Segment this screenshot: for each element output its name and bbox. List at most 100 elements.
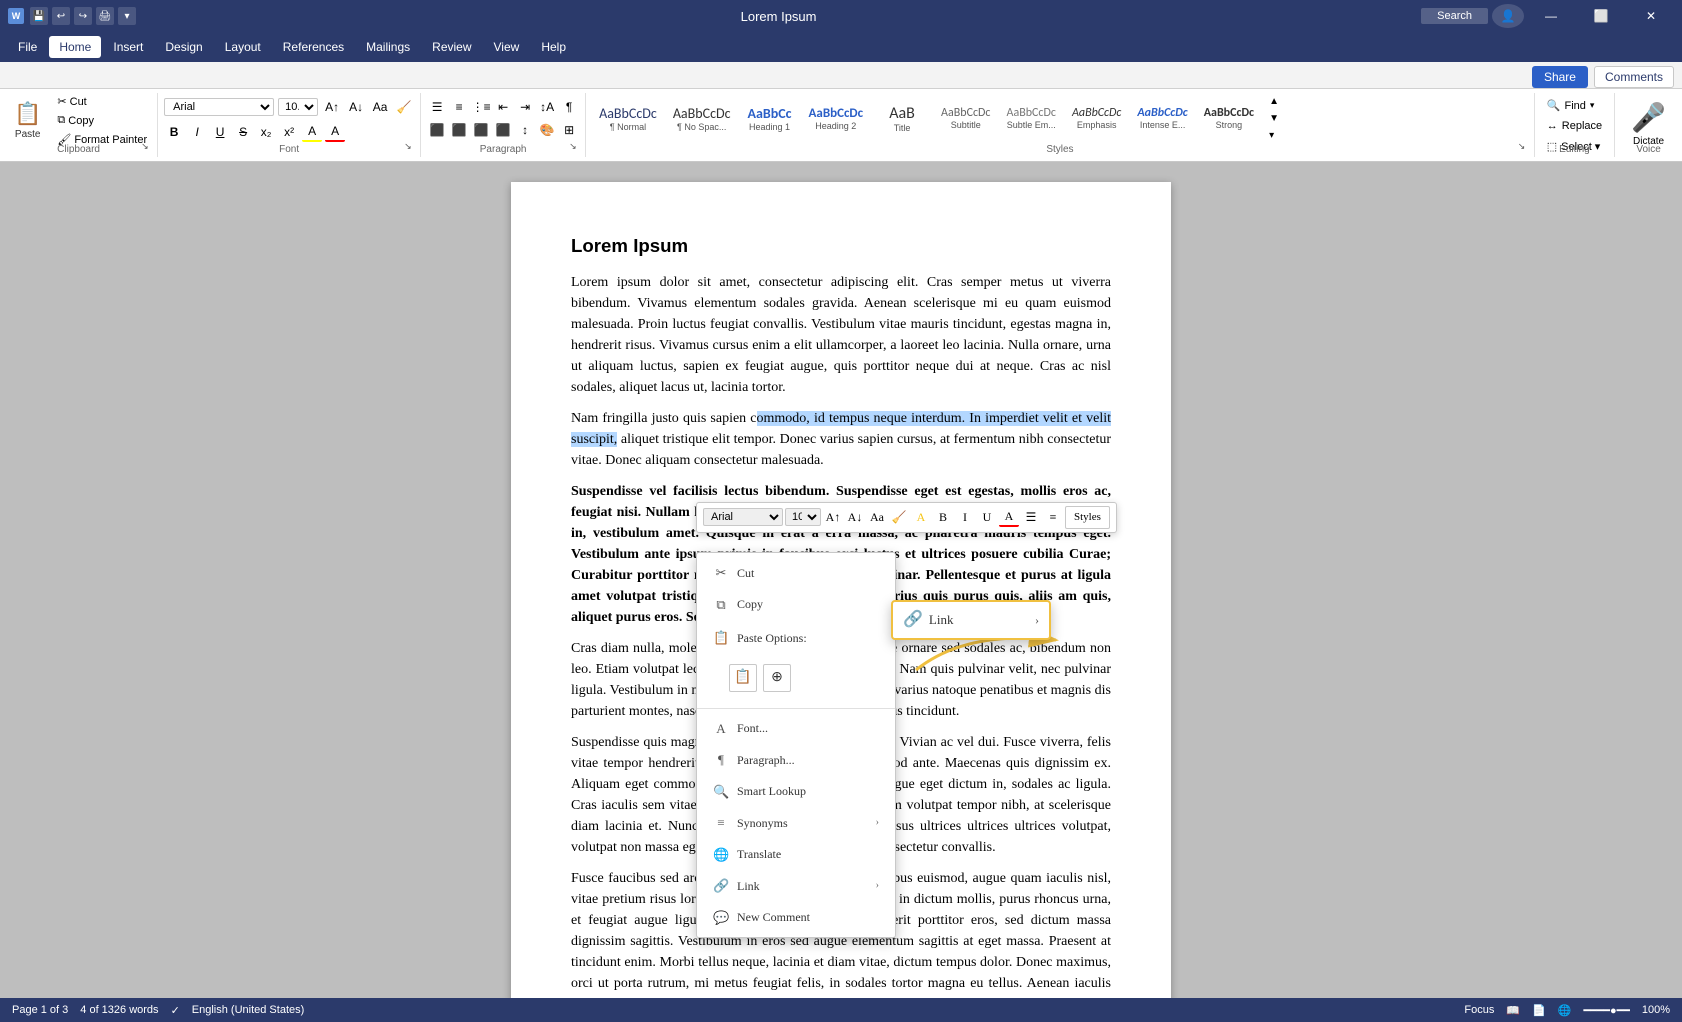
style-title[interactable]: AaB Title (872, 101, 932, 136)
ctx-synonyms[interactable]: ≡ Synonyms › (697, 807, 895, 839)
style-emphasis[interactable]: AaBbCcDc Emphasis (1065, 103, 1128, 133)
mini-numbered-btn[interactable]: ≡ (1043, 507, 1063, 527)
mini-underline-btn[interactable]: U (977, 507, 997, 527)
borders-button[interactable]: ⊞ (559, 120, 579, 140)
styles-down[interactable]: ▼ (1267, 111, 1281, 126)
subscript-button[interactable]: x₂ (256, 122, 276, 142)
dictate-button[interactable]: 🎤 Dictate (1621, 97, 1676, 151)
cut-button[interactable]: ✂ Cut (53, 93, 151, 110)
font-size-decrease[interactable]: A↓ (346, 97, 366, 117)
bold-button[interactable]: B (164, 122, 184, 142)
menu-references[interactable]: References (273, 36, 354, 58)
minimize-button[interactable]: — (1528, 0, 1574, 32)
mini-styles-btn[interactable]: Styles (1065, 506, 1110, 529)
ctx-translate[interactable]: 🌐 Translate (697, 839, 895, 871)
mini-fontcolor-btn[interactable]: A (999, 507, 1019, 527)
mini-changecase-btn[interactable]: Aa (867, 507, 887, 527)
change-case-button[interactable]: Aa (370, 97, 390, 117)
mini-bullets-btn[interactable]: ☰ (1021, 507, 1041, 527)
style-intense-emphasis[interactable]: AaBbCcDc Intense E... (1130, 103, 1194, 133)
align-right-button[interactable]: ⬛ (471, 120, 491, 140)
style-subtle-emphasis[interactable]: AaBbCcDc Subtle Em... (1000, 103, 1063, 133)
menu-mailings[interactable]: Mailings (356, 36, 420, 58)
ctx-copy[interactable]: ⧉ Copy (697, 589, 895, 621)
styles-more[interactable]: ▾ (1267, 128, 1281, 143)
view-print-icon[interactable]: 📄 (1532, 1004, 1546, 1017)
bullet-list-button[interactable]: ☰ (427, 97, 447, 117)
ctx-cut[interactable]: ✂ Cut (697, 557, 895, 589)
focus-button[interactable]: Focus (1464, 1004, 1494, 1016)
comments-button[interactable]: Comments (1594, 66, 1674, 88)
ctx-paragraph[interactable]: ¶ Paragraph... (697, 744, 895, 776)
menu-home[interactable]: Home (49, 36, 101, 58)
mini-highlight-btn[interactable]: A (911, 507, 931, 527)
mini-decrease-btn[interactable]: A↓ (845, 507, 865, 527)
link-tooltip[interactable]: 🔗 Link › (891, 600, 1051, 640)
view-read-icon[interactable]: 📖 (1506, 1004, 1520, 1017)
customize-tool[interactable]: ▾ (118, 7, 136, 25)
paste-button[interactable]: 📋 Paste (6, 97, 49, 144)
font-color-button[interactable]: A (325, 122, 345, 142)
italic-button[interactable]: I (187, 122, 207, 142)
save-tool[interactable]: 💾 (30, 7, 48, 25)
ctx-font[interactable]: A Font... (697, 713, 895, 745)
style-strong[interactable]: AaBbCcDc Strong (1197, 103, 1261, 133)
paragraph-expand[interactable]: ↘ (569, 141, 583, 155)
zoom-slider[interactable]: ━━━━●━━ (1583, 1004, 1629, 1017)
mini-increase-btn[interactable]: A↑ (823, 507, 843, 527)
menu-view[interactable]: View (484, 36, 530, 58)
restore-button[interactable]: ⬜ (1578, 0, 1624, 32)
style-heading1[interactable]: AaBbCc Heading 1 (740, 102, 800, 135)
decrease-indent-button[interactable]: ⇤ (493, 97, 513, 117)
redo-tool[interactable]: ↪ (74, 7, 92, 25)
menu-design[interactable]: Design (155, 36, 212, 58)
sort-button[interactable]: ↕A (537, 97, 557, 117)
share-button[interactable]: Share (1532, 66, 1588, 88)
search-box[interactable]: Search (1421, 8, 1488, 24)
ctx-link[interactable]: 🔗 Link › (697, 870, 895, 902)
increase-indent-button[interactable]: ⇥ (515, 97, 535, 117)
mini-size-select[interactable]: 10.5 (785, 508, 821, 526)
ctx-smart-lookup[interactable]: 🔍 Smart Lookup (697, 776, 895, 808)
menu-file[interactable]: File (8, 36, 47, 58)
font-size-select[interactable]: 10.5 (278, 98, 318, 116)
font-expand[interactable]: ↘ (404, 141, 418, 155)
underline-button[interactable]: U (210, 122, 230, 142)
mini-font-select[interactable]: Arial (703, 508, 783, 526)
clipboard-expand[interactable]: ↘ (141, 141, 155, 155)
close-button[interactable]: ✕ (1628, 0, 1674, 32)
print-tool[interactable]: 🖨 (96, 7, 114, 25)
font-size-increase[interactable]: A↑ (322, 97, 342, 117)
mini-italic-btn[interactable]: I (955, 507, 975, 527)
view-web-icon[interactable]: 🌐 (1558, 1004, 1572, 1017)
style-subtitle[interactable]: AaBbCcDc Subtitle (934, 103, 997, 133)
align-left-button[interactable]: ⬛ (427, 120, 447, 140)
menu-help[interactable]: Help (531, 36, 576, 58)
menu-layout[interactable]: Layout (215, 36, 271, 58)
menu-review[interactable]: Review (422, 36, 481, 58)
mini-clear-btn[interactable]: 🧹 (889, 507, 909, 527)
superscript-button[interactable]: x² (279, 122, 299, 142)
justify-button[interactable]: ⬛ (493, 120, 513, 140)
paste-merge-format[interactable]: ⊕ (763, 664, 791, 692)
numbered-list-button[interactable]: ≡ (449, 97, 469, 117)
mini-bold-btn[interactable]: B (933, 507, 953, 527)
ctx-new-comment[interactable]: 💬 New Comment (697, 902, 895, 934)
multilevel-list-button[interactable]: ⋮≡ (471, 97, 491, 117)
copy-button[interactable]: ⧉ Copy (53, 112, 151, 129)
replace-button[interactable]: ↔ Replace (1541, 118, 1608, 134)
undo-tool[interactable]: ↩ (52, 7, 70, 25)
strikethrough-button[interactable]: S (233, 122, 253, 142)
line-spacing-button[interactable]: ↕ (515, 120, 535, 140)
find-button[interactable]: 🔍 Find ▾ (1541, 97, 1608, 114)
clear-formatting-button[interactable]: 🧹 (394, 97, 414, 117)
style-heading2[interactable]: AaBbCcDc Heading 2 (802, 103, 871, 134)
shading-button[interactable]: 🎨 (537, 120, 557, 140)
styles-expand[interactable]: ↘ (1518, 141, 1532, 155)
font-name-select[interactable]: Arial (164, 98, 274, 116)
highlight-button[interactable]: A (302, 122, 322, 142)
menu-insert[interactable]: Insert (103, 36, 153, 58)
document-page[interactable]: Lorem Ipsum Lorem ipsum dolor sit amet, … (511, 182, 1171, 998)
style-no-spacing[interactable]: AaBbCcDc ¶ No Spac... (666, 102, 738, 135)
align-center-button[interactable]: ⬛ (449, 120, 469, 140)
